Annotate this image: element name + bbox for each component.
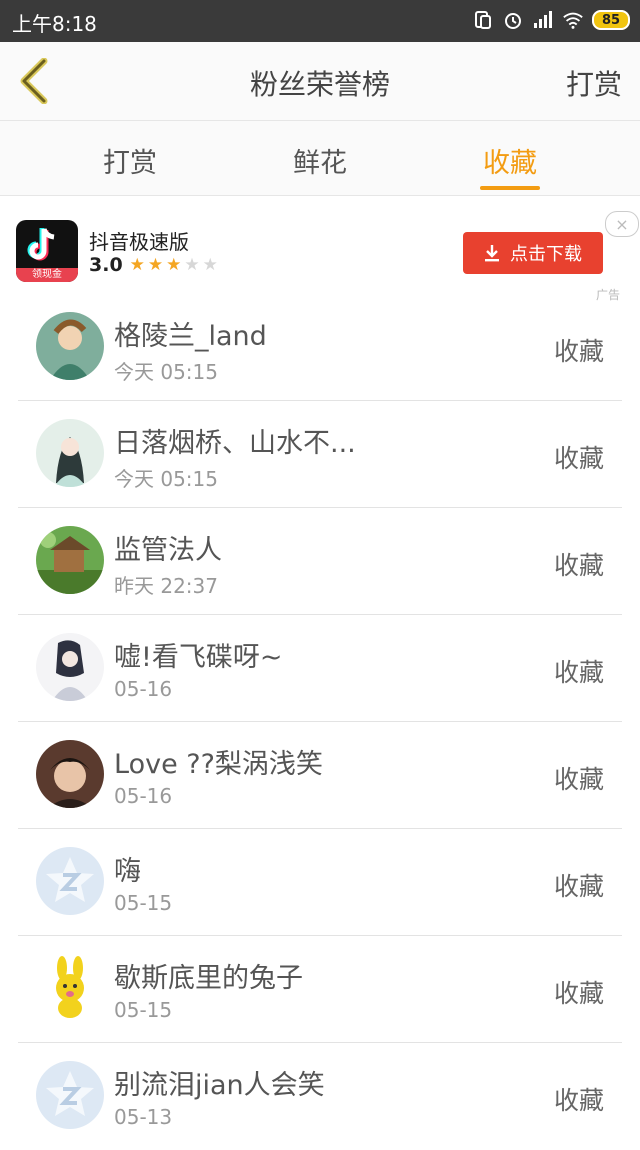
fan-time: 今天 05:15: [114, 467, 218, 491]
star-empty-icon: ★: [184, 254, 200, 275]
fan-action: 收藏: [553, 872, 604, 901]
fan-action: 收藏: [553, 1086, 604, 1115]
list-item[interactable]: 别流泪jian人会笑 05-13 收藏: [0, 1043, 640, 1150]
avatar: [36, 740, 104, 808]
avatar: [36, 419, 104, 487]
fan-action: 收藏: [553, 551, 604, 580]
tab-flowers[interactable]: 鲜花: [260, 141, 380, 180]
list-item[interactable]: 格陵兰_land 今天 05:15 收藏: [0, 294, 640, 401]
alarm-icon: [502, 9, 524, 31]
list-item[interactable]: 嗨 05-15 收藏: [0, 829, 640, 936]
download-icon: [485, 245, 499, 262]
fan-time: 05-15: [114, 891, 173, 915]
avatar: [36, 954, 104, 1022]
fan-time: 昨天 22:37: [114, 574, 218, 598]
fan-name: 日落烟桥、山水不...: [114, 428, 356, 459]
status-time: 上午8:18: [12, 12, 97, 36]
battery-icon: 85: [592, 10, 630, 30]
list-item[interactable]: 监管法人 昨天 22:37 收藏: [0, 508, 640, 615]
download-button[interactable]: 点击下载: [463, 232, 603, 274]
ad-banner[interactable]: 领现金 抖音极速版 3.0 ★ ★ ★ ★ ★ 点击下载: [0, 196, 640, 300]
fan-action: 收藏: [553, 658, 604, 687]
avatar: [36, 1061, 104, 1129]
tab-reward[interactable]: 打赏: [70, 141, 190, 180]
status-icons: 85: [472, 9, 630, 31]
app-icon: 领现金: [16, 220, 78, 282]
download-label: 点击下载: [510, 244, 582, 265]
avatar: [36, 847, 104, 915]
rating-value: 3.0: [89, 254, 123, 276]
avatar: [36, 526, 104, 594]
fan-name: 嘘!看飞碟呀~: [114, 642, 283, 673]
reward-button[interactable]: 打赏: [566, 63, 622, 103]
ad-rating: 3.0 ★ ★ ★ ★ ★: [89, 254, 218, 276]
fan-action: 收藏: [553, 444, 604, 473]
fan-name: Love ??梨涡浅笑: [114, 749, 323, 780]
ad-close-button[interactable]: ×: [605, 211, 639, 237]
fan-action: 收藏: [553, 337, 604, 366]
list-item[interactable]: 歇斯底里的兔子 05-15 收藏: [0, 936, 640, 1043]
page-title: 粉丝荣誉榜: [249, 68, 390, 101]
fan-action: 收藏: [553, 765, 604, 794]
status-bar: 上午8:18 85: [0, 0, 640, 42]
fan-name: 嗨: [114, 856, 141, 887]
fan-time: 05-16: [114, 677, 173, 701]
tab-active-indicator: [480, 186, 540, 190]
signal-icon: [532, 9, 554, 31]
fan-time: 05-16: [114, 784, 173, 808]
fan-list: 格陵兰_land 今天 05:15 收藏 日落烟桥、山水不... 今天 05:1…: [0, 294, 640, 1150]
fan-name: 监管法人: [114, 535, 222, 566]
tab-collect[interactable]: 收藏: [450, 141, 570, 190]
wifi-icon: [562, 9, 584, 31]
fan-name: 格陵兰_land: [114, 321, 267, 352]
ad-app-name: 抖音极速版: [89, 230, 189, 254]
fan-time: 05-15: [114, 998, 173, 1022]
tab-bar: 打赏 鲜花 收藏: [0, 121, 640, 196]
avatar: [36, 633, 104, 701]
list-item[interactable]: 嘘!看飞碟呀~ 05-16 收藏: [0, 615, 640, 722]
sim-icon: [472, 9, 494, 31]
avatar: [36, 312, 104, 380]
list-item[interactable]: 日落烟桥、山水不... 今天 05:15 收藏: [0, 401, 640, 508]
app-header: 粉丝荣誉榜 打赏: [0, 42, 640, 121]
fan-action: 收藏: [553, 979, 604, 1008]
fan-time: 今天 05:15: [114, 360, 218, 384]
star-icon: ★: [166, 254, 182, 275]
star-icon: ★: [129, 254, 145, 275]
fan-name: 别流泪jian人会笑: [114, 1070, 325, 1101]
fan-time: 05-13: [114, 1105, 173, 1129]
star-icon: ★: [147, 254, 164, 275]
list-item[interactable]: Love ??梨涡浅笑 05-16 收藏: [0, 722, 640, 829]
tab-collect-label: 收藏: [483, 148, 537, 179]
star-empty-icon: ★: [202, 254, 218, 275]
app-icon-badge: 领现金: [16, 268, 78, 282]
fan-name: 歇斯底里的兔子: [114, 963, 303, 994]
